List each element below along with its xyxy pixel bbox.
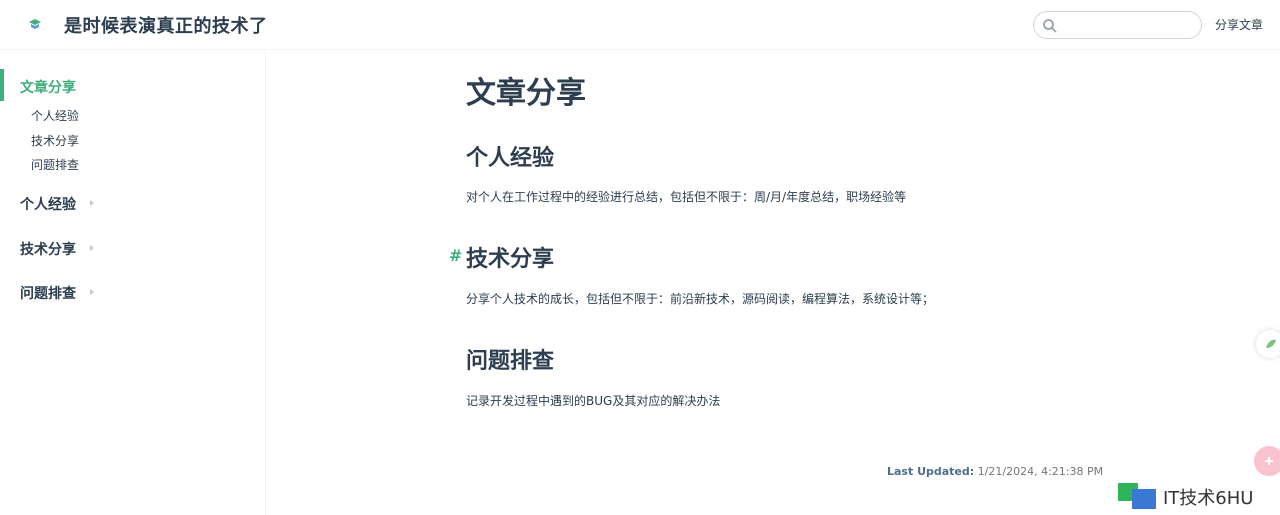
site-title[interactable]: 是时候表演真正的技术了 — [64, 12, 268, 38]
section-text-tech-sharing: 分享个人技术的成长，包括但不限于：前沿新技术，源码阅读，编程算法，系统设计等； — [466, 292, 935, 306]
floating-theme-button[interactable] — [1256, 330, 1280, 358]
search-icon — [1043, 19, 1057, 33]
watermark-logo-icon — [1118, 483, 1156, 509]
sidebar: 文章分享 个人经验 技术分享 问题排查 个人经验 技术分享 问题排查 — [0, 50, 266, 515]
watermark-text: IT技术6HU — [1163, 488, 1254, 509]
section-text-troubleshooting: 记录开发过程中遇到的BUG及其对应的解决办法 — [466, 394, 721, 408]
section-text-personal-experience: 对个人在工作过程中的经验进行总结，包括但不限于：周/月/年度总结，职场经验等 — [466, 190, 907, 204]
active-indicator — [0, 69, 4, 101]
sidebar-item-tech-sharing[interactable]: 技术分享 — [31, 132, 79, 149]
sidebar-item-troubleshooting[interactable]: 问题排查 — [31, 156, 79, 173]
sidebar-group-personal-experience[interactable]: 个人经验 — [20, 194, 76, 214]
search-input[interactable] — [1062, 16, 1192, 34]
last-updated-label: Last Updated: — [887, 465, 975, 478]
section-heading-tech-sharing: 技术分享 — [466, 247, 555, 272]
header-anchor[interactable]: # — [449, 246, 462, 265]
sidebar-group-articles[interactable]: 文章分享 — [20, 77, 76, 97]
chevron-right-icon — [90, 289, 94, 295]
search-box[interactable] — [1033, 11, 1202, 39]
leaf-icon — [1266, 339, 1276, 348]
chevron-right-icon — [90, 245, 94, 251]
chevron-right-icon — [90, 200, 94, 206]
floating-action-button[interactable] — [1254, 446, 1280, 476]
logo-icon[interactable] — [26, 15, 44, 33]
section-heading-troubleshooting: 问题排查 — [466, 349, 555, 374]
last-updated: Last Updated: 1/21/2024, 4:21:38 PM — [887, 465, 1103, 478]
sidebar-group-tech-sharing[interactable]: 技术分享 — [20, 239, 76, 259]
navbar: 是时候表演真正的技术了 分享文章 — [0, 0, 1280, 50]
sidebar-group-troubleshooting[interactable]: 问题排查 — [20, 283, 76, 303]
page-title: 文章分享 — [466, 76, 586, 111]
plus-icon — [1265, 457, 1273, 465]
nav-link-share-articles[interactable]: 分享文章 — [1215, 16, 1263, 33]
sidebar-item-personal-experience[interactable]: 个人经验 — [31, 107, 79, 124]
section-heading-personal-experience: 个人经验 — [466, 146, 555, 171]
last-updated-value: 1/21/2024, 4:21:38 PM — [977, 465, 1104, 478]
